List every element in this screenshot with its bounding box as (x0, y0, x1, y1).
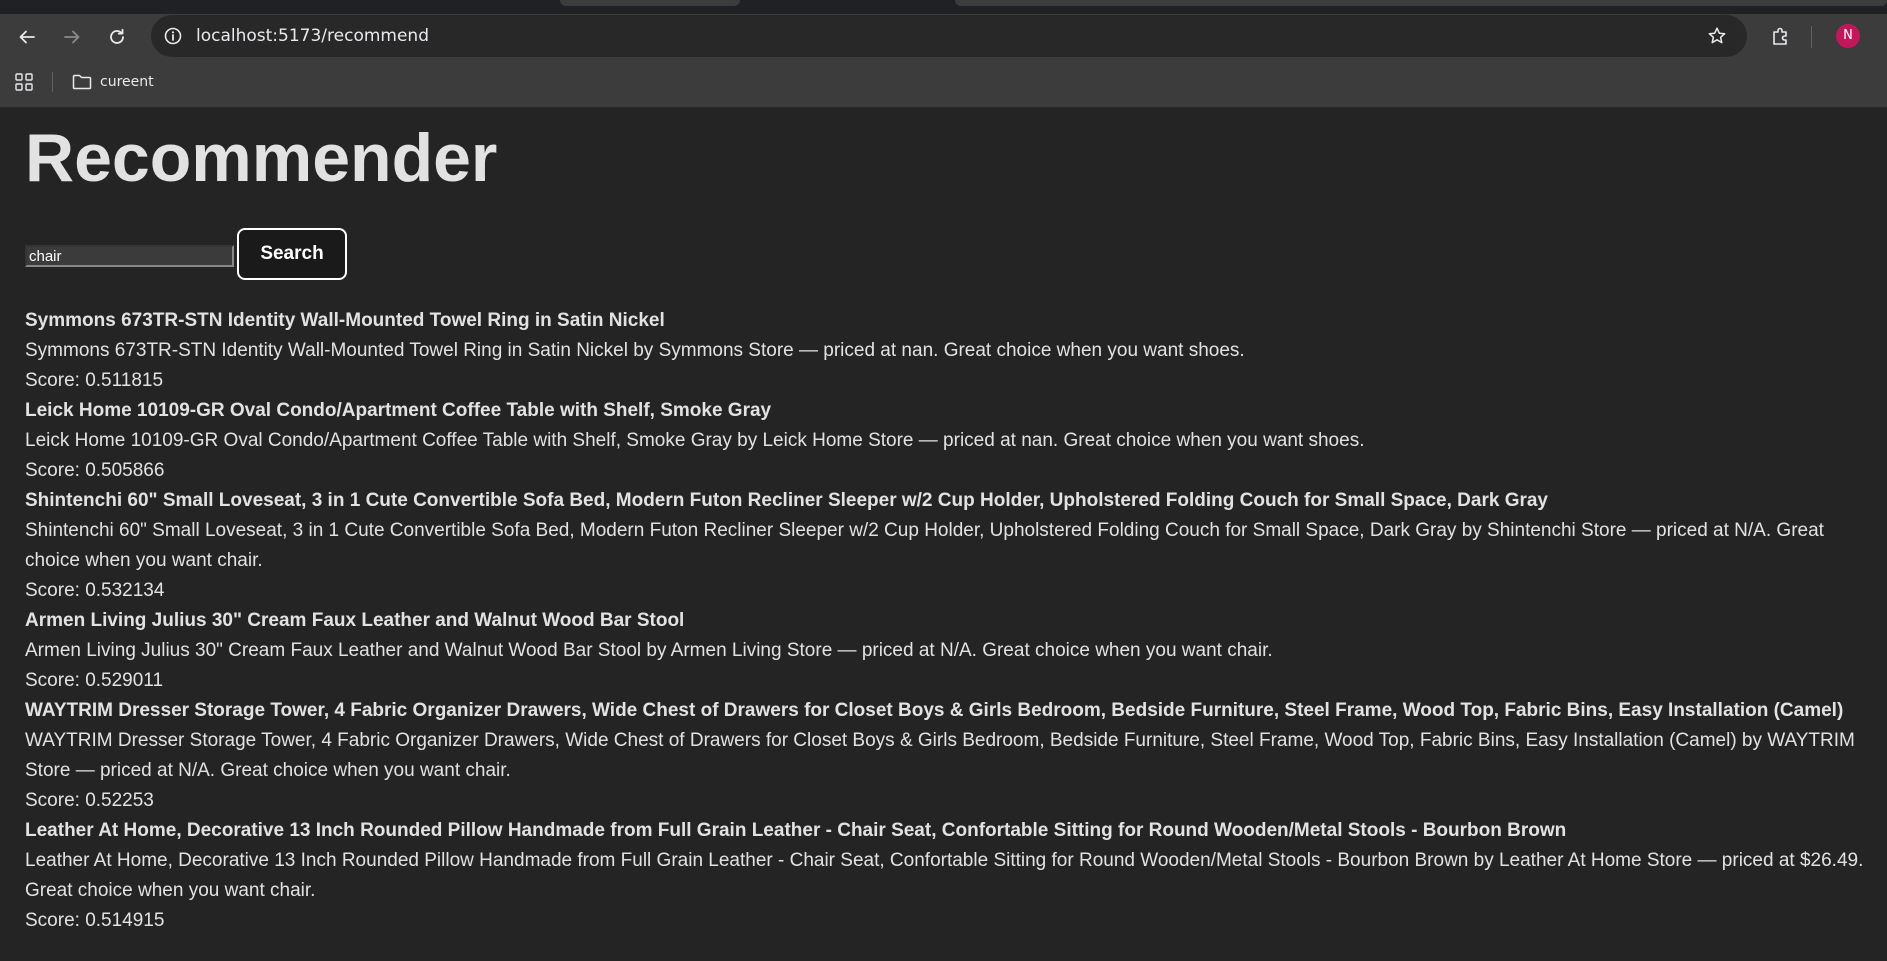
tab-edge[interactable] (560, 0, 740, 6)
result-description: Armen Living Julius 30" Cream Faux Leath… (25, 640, 1273, 661)
bookmarks-bar: cureent (0, 58, 1887, 108)
address-bar[interactable]: localhost:5173/recommend (151, 15, 1747, 57)
result-description: Symmons 673TR-STN Identity Wall-Mounted … (25, 340, 1245, 361)
result-title: WAYTRIM Dresser Storage Tower, 4 Fabric … (25, 700, 1844, 721)
url-text[interactable]: localhost:5173/recommend (196, 26, 429, 46)
result-description: Leather At Home, Decorative 13 Inch Roun… (25, 850, 1864, 901)
result-description: Shintenchi 60" Small Loveseat, 3 in 1 Cu… (25, 520, 1824, 571)
result-score: Score: 0.532134 (25, 580, 165, 601)
result-score: Score: 0.52253 (25, 790, 154, 811)
result-item: WAYTRIM Dresser Storage Tower, 4 Fabric … (25, 696, 1875, 816)
tab-strip (0, 0, 1887, 14)
result-item: Armen Living Julius 30" Cream Faux Leath… (25, 606, 1875, 696)
browser-chrome: localhost:5173/recommend N cureent (0, 0, 1887, 108)
bookmark-star-button[interactable] (1702, 21, 1732, 51)
result-title: Leather At Home, Decorative 13 Inch Roun… (25, 820, 1567, 841)
bookmark-folder[interactable]: cureent (72, 68, 154, 96)
site-info-icon[interactable] (163, 26, 183, 46)
star-icon (1708, 27, 1726, 44)
result-score: Score: 0.505866 (25, 460, 165, 481)
result-title: Shintenchi 60" Small Loveseat, 3 in 1 Cu… (25, 490, 1548, 511)
result-title: Symmons 673TR-STN Identity Wall-Mounted … (25, 310, 665, 331)
search-input[interactable] (25, 245, 234, 267)
profile-avatar[interactable]: N (1836, 24, 1860, 48)
bookmarks-divider (52, 72, 53, 92)
result-score: Score: 0.511815 (25, 370, 164, 391)
reload-icon (110, 28, 124, 44)
forward-button[interactable] (57, 22, 87, 52)
puzzle-icon (1773, 27, 1787, 45)
page-content: Recommender Search Symmons 673TR-STN Ide… (0, 108, 1887, 961)
result-item: Shintenchi 60" Small Loveseat, 3 in 1 Cu… (25, 486, 1875, 606)
result-item: Symmons 673TR-STN Identity Wall-Mounted … (25, 306, 1875, 396)
result-score: Score: 0.529011 (25, 670, 164, 691)
grid-icon (15, 73, 33, 91)
results-list: Symmons 673TR-STN Identity Wall-Mounted … (25, 306, 1875, 936)
apps-button[interactable] (12, 70, 36, 94)
result-score: Score: 0.514915 (25, 910, 165, 931)
result-item: Leick Home 10109-GR Oval Condo/Apartment… (25, 396, 1875, 486)
search-button[interactable]: Search (237, 228, 347, 280)
bookmark-folder-label: cureent (100, 74, 154, 90)
back-button[interactable] (12, 22, 42, 52)
extensions-button[interactable] (1766, 22, 1796, 52)
reload-button[interactable] (102, 22, 132, 52)
folder-icon (72, 74, 92, 90)
result-title: Armen Living Julius 30" Cream Faux Leath… (25, 610, 685, 631)
result-description: Leick Home 10109-GR Oval Condo/Apartment… (25, 430, 1365, 451)
result-title: Leick Home 10109-GR Oval Condo/Apartment… (25, 400, 772, 421)
page-title: Recommender (25, 120, 498, 196)
result-item: Leather At Home, Decorative 13 Inch Roun… (25, 816, 1875, 936)
tab-edge[interactable] (955, 0, 1887, 6)
arrow-right-icon (64, 30, 80, 44)
toolbar-divider (1811, 26, 1812, 48)
result-description: WAYTRIM Dresser Storage Tower, 4 Fabric … (25, 730, 1855, 781)
browser-toolbar: localhost:5173/recommend N (0, 14, 1887, 58)
arrow-left-icon (19, 30, 35, 44)
